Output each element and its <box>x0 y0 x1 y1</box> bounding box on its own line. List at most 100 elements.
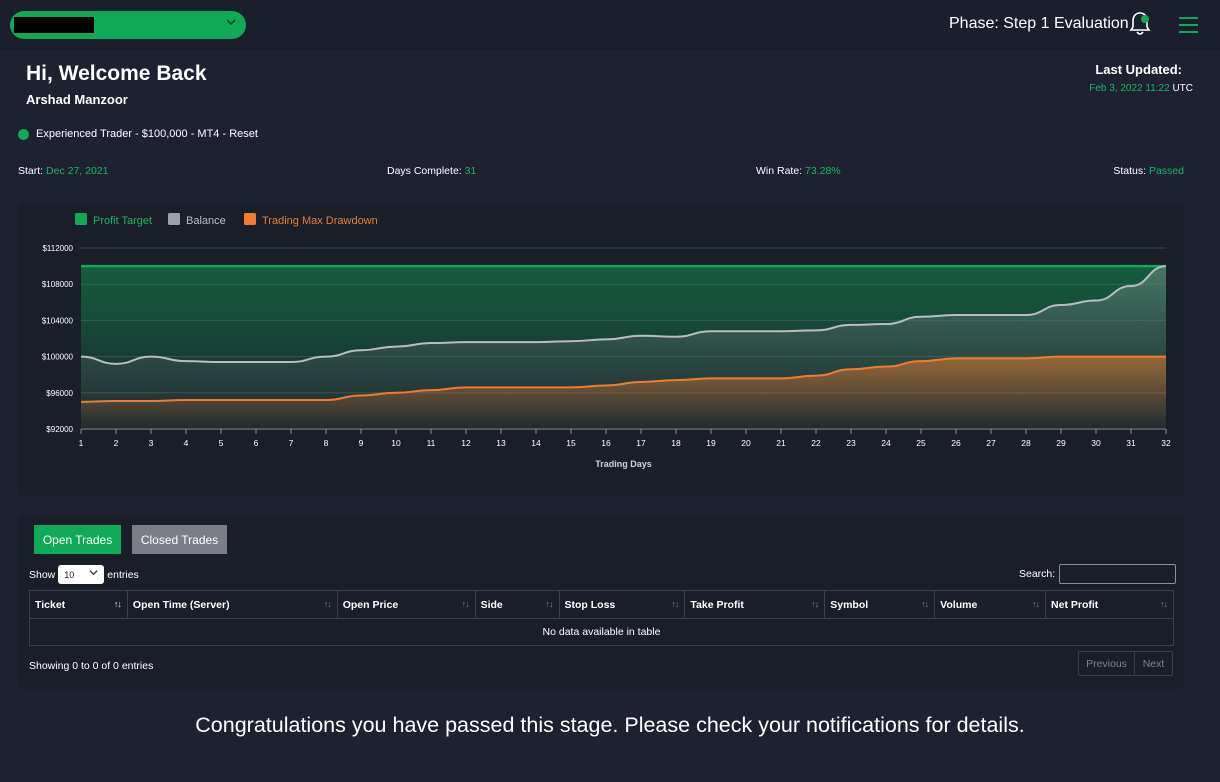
pagination: Previous Next <box>1078 651 1173 676</box>
column-header-label: Side <box>480 598 503 611</box>
last-updated-tz: UTC <box>1172 83 1193 94</box>
sort-arrows-icon: ↑↓ <box>461 599 470 609</box>
win-rate-label: Win Rate: <box>756 165 803 177</box>
sort-arrows-icon: ↑↓ <box>113 599 122 609</box>
page-length-value: 10 <box>64 569 75 580</box>
win-rate-stat: Win Rate: 73.28% <box>756 165 841 177</box>
hamburger-menu-icon[interactable] <box>1178 15 1200 35</box>
x-tick-label: 26 <box>951 438 961 448</box>
previous-page-button[interactable]: Previous <box>1078 651 1135 676</box>
table-row: No data available in table <box>29 618 1174 646</box>
column-header[interactable]: Open Time (Server) ↑↓ <box>126 590 338 619</box>
x-tick-label: 18 <box>671 438 681 448</box>
account-description: Experienced Trader - $100,000 - MT4 - Re… <box>36 128 258 140</box>
x-tick-label: 5 <box>219 438 224 448</box>
legend-swatch <box>75 213 87 225</box>
x-tick-label: 17 <box>636 438 646 448</box>
column-header[interactable]: Open Price ↑↓ <box>336 590 476 619</box>
y-tick-label: $96000 <box>46 389 73 398</box>
trades-panel: Open Trades Closed Trades Show 10 entrie… <box>18 515 1184 689</box>
column-header[interactable]: Net Profit ↑↓ <box>1045 590 1174 619</box>
x-tick-label: 9 <box>359 438 364 448</box>
x-tick-label: 12 <box>461 438 471 448</box>
column-header-label: Open Time (Server) <box>132 598 230 611</box>
account-select[interactable] <box>10 11 246 39</box>
balance-chart: $92000 $96000 $100000 $104000 $108000 $112000… <box>42 213 1171 469</box>
sort-arrows-icon: ↑↓ <box>1160 599 1168 609</box>
days-complete-stat: Days Complete: 31 <box>387 165 476 177</box>
trades-table: Ticket ↑↓ Open Time (Server) ↑↓ Open Price ↑↓… <box>29 590 1174 646</box>
legend-swatch <box>168 213 180 225</box>
y-tick-label: $100000 <box>42 353 74 362</box>
status-label: Status: <box>1113 165 1147 177</box>
column-header[interactable]: Ticket ↑↓ <box>29 590 128 619</box>
status-value: Passed <box>1148 165 1184 177</box>
column-header-label: Stop Loss <box>564 598 616 611</box>
column-header[interactable]: Stop Loss ↑↓ <box>558 590 686 619</box>
balance-chart-panel: $92000 $96000 $100000 $104000 $108000 $112000… <box>18 203 1184 496</box>
x-tick-label: 23 <box>846 438 856 448</box>
entries-label: entries <box>107 568 139 581</box>
table-header-row: Ticket ↑↓ Open Time (Server) ↑↓ Open Price ↑↓… <box>29 590 1174 619</box>
user-name: Arshad Manzoor <box>26 92 128 107</box>
x-tick-label: 27 <box>986 438 996 448</box>
next-page-button[interactable]: Next <box>1134 651 1173 676</box>
sort-arrows-icon: ↑↓ <box>1032 599 1040 609</box>
sort-arrows-icon: ↑↓ <box>545 599 554 609</box>
status-stat: Status: Passed <box>1113 165 1184 177</box>
table-search: Search: <box>1019 564 1177 584</box>
x-tick-label: 2 <box>114 438 119 448</box>
y-tick-label: $112000 <box>42 244 73 253</box>
search-label: Search: <box>1019 568 1056 580</box>
legend-label: Profit Target <box>93 215 152 227</box>
column-header[interactable]: Volume ↑↓ <box>934 590 1047 619</box>
closed-trades-tab[interactable]: Closed Trades <box>132 525 227 554</box>
x-tick-label: 16 <box>601 438 611 448</box>
sort-arrows-icon: ↑↓ <box>323 599 332 609</box>
account-info: Experienced Trader - $100,000 - MT4 - Re… <box>18 128 258 140</box>
last-updated-label: Last Updated: <box>1095 62 1182 77</box>
x-tick-label: 11 <box>427 438 436 448</box>
last-updated: Feb 3, 2022 11:22 UTC <box>1089 83 1193 94</box>
column-header-label: Net Profit <box>1051 598 1099 611</box>
column-header-label: Open Price <box>342 598 399 611</box>
column-header-label: Volume <box>940 598 978 611</box>
column-header[interactable]: Take Profit ↑↓ <box>684 590 826 619</box>
x-tick-label: 8 <box>324 438 329 448</box>
x-tick-label: 15 <box>566 438 576 448</box>
page-length-select[interactable]: 10 <box>58 565 105 584</box>
x-tick-label: 30 <box>1091 438 1101 448</box>
legend-label: Balance <box>186 215 226 227</box>
x-tick-label: 24 <box>881 438 891 448</box>
x-tick-label: 1 <box>79 438 84 448</box>
column-header-label: Take Profit <box>690 598 744 611</box>
start-value: Dec 27, 2021 <box>46 165 109 177</box>
bell-icon[interactable] <box>1128 11 1152 37</box>
chevron-down-icon <box>89 568 98 579</box>
x-tick-label: 21 <box>776 438 786 448</box>
chevron-down-icon <box>226 17 236 30</box>
sort-arrows-icon: ↑↓ <box>671 599 679 609</box>
y-tick-label: $108000 <box>42 280 74 289</box>
column-header[interactable]: Symbol ↑↓ <box>824 590 936 619</box>
x-tick-label: 4 <box>184 438 189 448</box>
sort-arrows-icon: ↑↓ <box>811 599 819 609</box>
search-input[interactable] <box>1059 564 1177 584</box>
column-header[interactable]: Side ↑↓ <box>474 590 560 619</box>
open-trades-tab[interactable]: Open Trades <box>34 525 121 554</box>
start-label: Start: <box>18 165 44 177</box>
x-tick-label: 25 <box>916 438 926 448</box>
days-complete-label: Days Complete: <box>387 165 462 177</box>
x-tick-label: 20 <box>741 438 751 448</box>
x-tick-label: 3 <box>149 438 154 448</box>
table-info: Showing 0 to 0 of 0 entries <box>29 660 154 672</box>
y-tick-label: $104000 <box>42 316 74 325</box>
show-label: Show <box>29 568 56 581</box>
sort-arrows-icon: ↑↓ <box>921 599 929 609</box>
legend-swatch <box>244 213 256 225</box>
days-complete-value: 31 <box>464 165 477 177</box>
x-tick-label: 22 <box>811 438 821 448</box>
welcome-heading: Hi, Welcome Back <box>26 62 207 85</box>
x-tick-label: 29 <box>1056 438 1066 448</box>
account-select-value <box>14 17 94 33</box>
